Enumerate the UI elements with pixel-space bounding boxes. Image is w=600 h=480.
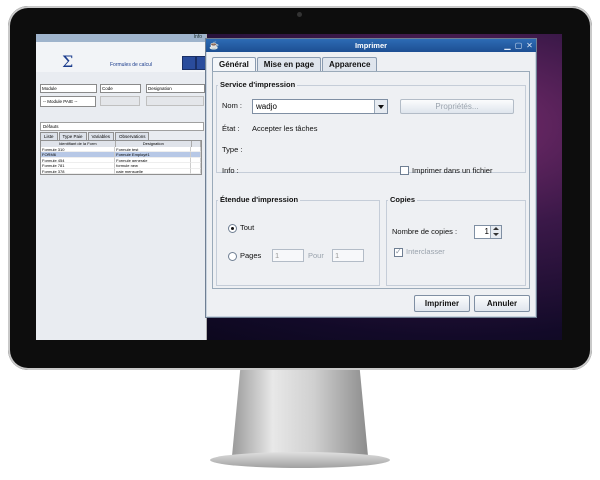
- chevron-down-icon[interactable]: [374, 100, 387, 113]
- printer-name-value: wadjo: [256, 102, 277, 111]
- copies-group: [386, 200, 526, 286]
- table-row[interactable]: Formule 378 paie mensuelle: [41, 168, 201, 174]
- print-to-file-label: Imprimer dans un fichier: [412, 166, 493, 175]
- background-titlebar: Info: [36, 34, 206, 42]
- monitor-base: [210, 452, 390, 468]
- spinner-arrows-icon[interactable]: [490, 226, 501, 238]
- designation-input[interactable]: [146, 96, 204, 106]
- print-dialog: ☕ Imprimer ▁ ▢ ✕ Général Mise en page Ap…: [205, 38, 537, 318]
- print-button[interactable]: Imprimer: [414, 295, 470, 312]
- to-page-input[interactable]: 1: [332, 249, 364, 262]
- designation-label: Designation: [146, 84, 205, 93]
- print-range-title: Étendue d'impression: [218, 195, 301, 204]
- table-cell: [191, 168, 201, 174]
- type-label: Type :: [222, 145, 243, 154]
- name-label: Nom :: [222, 101, 243, 110]
- camera: [297, 12, 302, 17]
- tab-liste[interactable]: Liste: [40, 132, 58, 140]
- state-label: État :: [222, 124, 240, 133]
- defaults-field[interactable]: Défauts: [40, 122, 204, 131]
- collate-checkbox[interactable]: [394, 247, 403, 257]
- copies-title: Copies: [388, 195, 418, 204]
- minimize-icon[interactable]: ▁: [503, 41, 512, 50]
- tab-general[interactable]: Général: [212, 57, 256, 72]
- module-select[interactable]: -- Module PAIE --: [40, 96, 96, 107]
- tab-type-paie[interactable]: Type Paie: [58, 132, 87, 140]
- background-tabs: Liste Type Paie Variables Observations: [40, 132, 150, 140]
- close-icon[interactable]: ✕: [525, 41, 534, 50]
- all-pages-radio[interactable]: [228, 224, 237, 233]
- formula-table: Identifiant de la Form Designation Formu…: [40, 140, 202, 175]
- print-service-title: Service d'impression: [218, 80, 298, 89]
- background-app-window: Info Σ Formules de calcul Module Code De…: [36, 34, 210, 340]
- code-label: Code: [100, 84, 141, 93]
- tab-mise-en-page[interactable]: Mise en page: [256, 57, 322, 71]
- tab-apparence[interactable]: Apparence: [322, 57, 378, 71]
- all-pages-label: Tout: [240, 223, 255, 232]
- table-cell: paie mensuelle: [115, 168, 192, 174]
- dialog-tabs: Général Mise en page Apparence: [212, 57, 378, 72]
- first-record-button[interactable]: [182, 56, 196, 70]
- print-to-file-checkbox[interactable]: [400, 166, 409, 175]
- collate-label: Interclasser: [406, 247, 445, 256]
- background-header: Σ Formules de calcul: [36, 42, 210, 72]
- tab-variables[interactable]: Variables: [87, 132, 114, 140]
- monitor-stand: [232, 370, 368, 456]
- dialog-titlebar[interactable]: ☕ Imprimer ▁ ▢ ✕: [206, 39, 536, 52]
- copies-count-label: Nombre de copies :: [392, 227, 458, 236]
- printer-name-combo[interactable]: wadjo: [252, 99, 388, 114]
- tab-observations[interactable]: Observations: [114, 132, 150, 140]
- module-label: Module: [40, 84, 97, 93]
- copies-count-value: 1: [484, 227, 489, 236]
- page-range-radio[interactable]: [228, 252, 237, 261]
- properties-button[interactable]: Propriétés...: [400, 99, 514, 114]
- screen: Info Σ Formules de calcul Module Code De…: [36, 34, 562, 340]
- state-value: Accepter les tâches: [252, 124, 318, 133]
- sigma-icon: Σ: [62, 52, 74, 71]
- print-range-group: [216, 200, 380, 286]
- page-range-label: Pages: [240, 251, 262, 260]
- cancel-button[interactable]: Annuler: [474, 295, 530, 312]
- table-cell: Formule 378: [41, 168, 116, 174]
- background-header-title: Formules de calcul: [110, 62, 152, 68]
- to-label: Pour: [308, 251, 324, 260]
- from-page-input[interactable]: 1: [272, 249, 304, 262]
- dialog-title: Imprimer: [354, 41, 388, 50]
- copies-spinner[interactable]: 1: [474, 225, 502, 239]
- maximize-icon[interactable]: ▢: [514, 41, 523, 50]
- code-input[interactable]: [100, 96, 140, 106]
- info-label: Info :: [222, 166, 239, 175]
- background-window-title: Info: [193, 34, 202, 40]
